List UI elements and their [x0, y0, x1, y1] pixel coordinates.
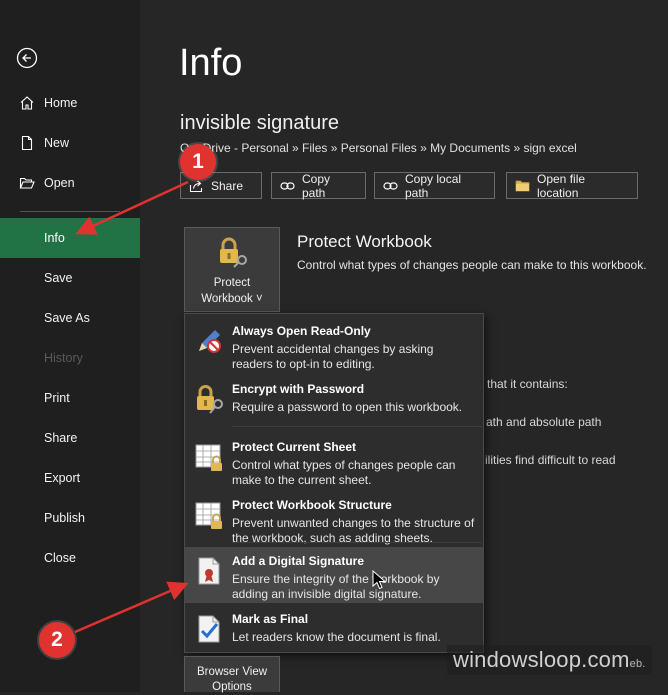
protect-workbook-heading: Protect Workbook: [297, 232, 432, 251]
nav-publish[interactable]: Publish: [0, 498, 140, 538]
browser-view-label-line1: Browser View: [196, 666, 268, 678]
back-arrow-icon[interactable]: [16, 47, 38, 69]
link-icon: [383, 181, 398, 191]
nav-save-label: Save: [44, 271, 73, 285]
nav-export[interactable]: Export: [0, 458, 140, 498]
menu-item-title: Mark as Final: [232, 612, 309, 626]
lock-key-icon: [193, 383, 225, 415]
backstage-sidebar: Home New Open Info Save Save As History …: [0, 0, 140, 692]
inspect-text-1: that it contains:: [487, 377, 568, 391]
home-icon: [19, 95, 35, 111]
menu-item-add-digital-signature[interactable]: Add a Digital Signature Ensure the integ…: [185, 547, 483, 603]
link-icon: [280, 181, 295, 191]
nav-open-label: Open: [44, 176, 75, 190]
open-file-location-label: Open file location: [537, 171, 586, 200]
menu-item-title: Protect Current Sheet: [232, 440, 357, 454]
nav-save-as[interactable]: Save As: [0, 298, 140, 338]
nav-save[interactable]: Save: [0, 258, 140, 298]
menu-item-title: Always Open Read-Only: [232, 324, 371, 338]
menu-item-protect-current-sheet[interactable]: Protect Current Sheet Control what types…: [185, 433, 483, 489]
share-icon: [189, 179, 204, 193]
pencil-no-icon: [193, 325, 225, 357]
workbook-lock-icon: [193, 499, 225, 531]
browser-view-label-line2: Options: [212, 681, 252, 693]
nav-history: History: [0, 338, 140, 378]
page-title: Info: [179, 42, 243, 84]
nav-publish-label: Publish: [44, 511, 85, 525]
annotation-badge-2: 2: [39, 622, 75, 658]
open-file-location-button[interactable]: Open file location: [506, 171, 638, 200]
nav-share-label: Share: [44, 431, 78, 445]
nav-info-label: Info: [44, 231, 65, 245]
menu-item-description: Require a password to open this workbook…: [232, 400, 463, 414]
copy-path-label: Copy path: [302, 171, 331, 200]
annotation-badge-1: 1: [180, 144, 216, 180]
menu-item-description: Control what types of changes people can…: [232, 458, 456, 487]
menu-item-title: Encrypt with Password: [232, 382, 365, 396]
sheet-lock-icon: [193, 441, 225, 473]
copy-local-path-button[interactable]: Copy local path: [374, 171, 495, 200]
nav-new-label: New: [44, 136, 70, 150]
menu-item-title: Add a Digital Signature: [232, 554, 365, 568]
menu-item-encrypt-with-password[interactable]: Encrypt with Password Require a password…: [185, 375, 483, 431]
menu-item-always-open-read-only[interactable]: Always Open Read-Only Prevent accidental…: [185, 317, 483, 373]
sidebar-divider: [20, 211, 120, 212]
nav-info[interactable]: Info: [0, 218, 140, 258]
menu-item-description: Let readers know the document is final.: [232, 630, 441, 644]
folder-icon: [515, 179, 530, 192]
folder-open-icon: [19, 175, 35, 191]
share-label: Share: [211, 178, 244, 193]
mark-final-icon: [193, 613, 225, 645]
copy-local-path-label: Copy local path: [405, 171, 462, 200]
mouse-cursor-icon: [372, 569, 387, 595]
menu-item-title: Protect Workbook Structure: [232, 498, 392, 512]
nav-close[interactable]: Close: [0, 538, 140, 578]
new-document-icon: [19, 135, 35, 151]
digital-signature-icon: [193, 555, 225, 587]
document-path: OneDrive - Personal » Files » Personal F…: [180, 141, 577, 155]
menu-item-mark-as-final[interactable]: Mark as Final Let readers know the docum…: [185, 605, 483, 661]
protect-workbook-description: Control what types of changes people can…: [297, 258, 647, 272]
menu-item-description: Prevent accidental changes by asking rea…: [232, 342, 434, 371]
nav-save-as-label: Save As: [44, 311, 90, 325]
nav-share[interactable]: Share: [0, 418, 140, 458]
nav-print[interactable]: Print: [0, 378, 140, 418]
nav-home-label: Home: [44, 96, 78, 110]
menu-item-description: Ensure the integrity of the workbook by …: [232, 572, 440, 601]
copy-path-button[interactable]: Copy path: [271, 171, 366, 200]
menu-divider: [232, 542, 482, 543]
inspect-text-3: ilities find difficult to read: [485, 453, 616, 467]
nav-home[interactable]: Home: [0, 83, 140, 123]
document-name: invisible signature: [180, 112, 339, 134]
nav-new[interactable]: New: [0, 123, 140, 163]
menu-divider: [232, 426, 482, 427]
watermark: windowsloop.comeb.: [447, 645, 652, 675]
lock-key-icon: [215, 236, 249, 273]
nav-export-label: Export: [44, 471, 81, 485]
protect-workbook-button[interactable]: Protect Workbook ˅: [184, 227, 280, 312]
menu-item-protect-workbook-structure[interactable]: Protect Workbook Structure Prevent unwan…: [185, 491, 483, 547]
nav-close-label: Close: [44, 551, 76, 565]
browser-view-options-button[interactable]: Browser View Options: [184, 656, 280, 693]
nav-history-label: History: [44, 351, 83, 365]
nav-open[interactable]: Open: [0, 163, 140, 203]
inspect-text-2: ath and absolute path: [486, 415, 602, 429]
nav-print-label: Print: [44, 391, 70, 405]
protect-workbook-menu: Always Open Read-Only Prevent accidental…: [184, 313, 484, 653]
protect-workbook-label: Protect Workbook ˅: [201, 277, 263, 305]
